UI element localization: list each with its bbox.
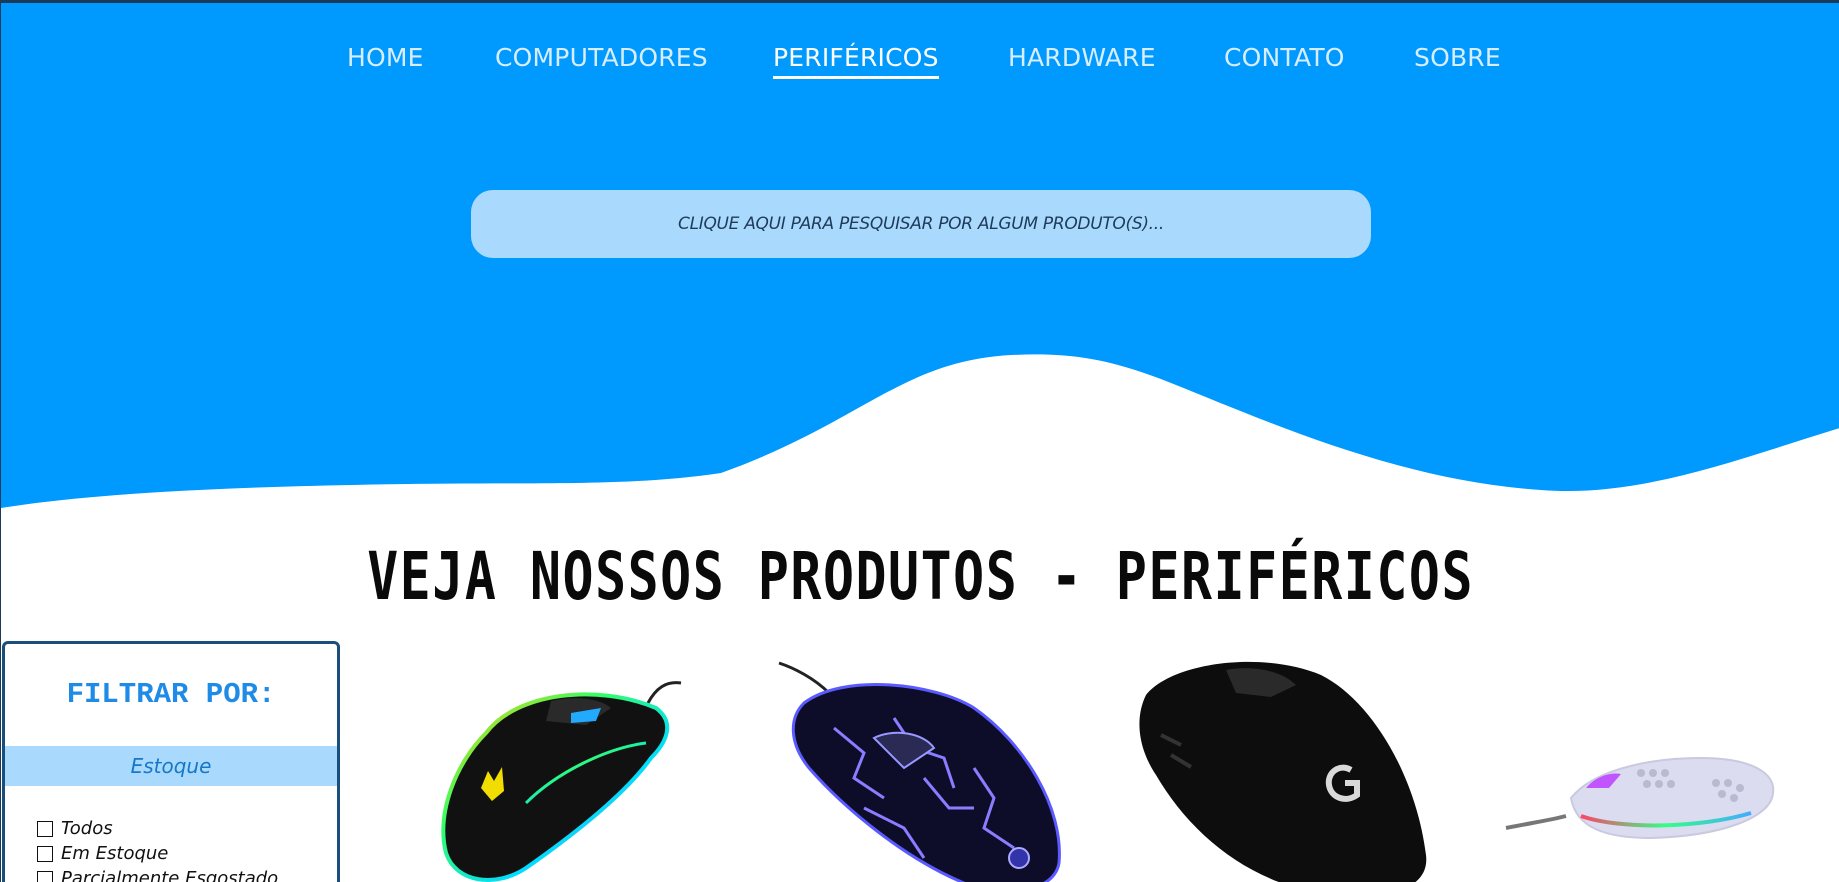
white-honeycomb-mouse-image (1505, 756, 1775, 840)
nav-item-hardware[interactable]: HARDWARE (1008, 43, 1156, 72)
nav-item-computadores[interactable]: COMPUTADORES (495, 43, 708, 72)
filter-option-label: Parcialmente Esgostado (61, 868, 279, 882)
search-bar[interactable]: CLIQUE AQUI PARA PESQUISAR POR ALGUM PRO… (471, 190, 1371, 258)
nav-item-home[interactable]: HOME (347, 43, 424, 72)
product-card-3[interactable] (1131, 655, 1431, 882)
filter-group-label: Estoque (130, 754, 212, 778)
nav-item-contato[interactable]: CONTATO (1224, 43, 1345, 72)
rgb-gaming-mouse-image (441, 681, 682, 882)
product-card-2[interactable] (774, 658, 1074, 882)
filter-title: FILTRAR POR: (66, 678, 276, 711)
search-placeholder: CLIQUE AQUI PARA PESQUISAR POR ALGUM PRO… (678, 214, 1164, 234)
main-nav: HOME COMPUTADORES PERIFÉRICOS HARDWARE C… (1, 43, 1839, 83)
checkbox-icon[interactable] (37, 845, 53, 862)
black-logitech-mouse-image (1139, 661, 1427, 882)
nav-item-sobre[interactable]: SOBRE (1414, 43, 1501, 72)
nav-item-perifericos[interactable]: PERIFÉRICOS (773, 43, 939, 79)
section-title: VEJA NOSSOS PRODUTOS - PERIFÉRICOS (367, 538, 1475, 615)
filter-option-label: Todos (61, 818, 113, 839)
filter-options: Todos Em Estoque Parcialmente Esgostado (37, 816, 278, 882)
filter-option-todos[interactable]: Todos (37, 816, 278, 841)
filter-panel: FILTRAR POR: Estoque Todos Em Estoque Pa… (2, 641, 340, 882)
filter-option-label: Em Estoque (61, 843, 169, 864)
page: HOME COMPUTADORES PERIFÉRICOS HARDWARE C… (0, 0, 1839, 882)
filter-option-parcialmente-esgotado[interactable]: Parcialmente Esgostado (37, 866, 278, 882)
filter-group-header[interactable]: Estoque (5, 746, 337, 786)
product-card-4[interactable] (1501, 728, 1781, 843)
checkbox-icon[interactable] (37, 870, 53, 882)
blue-crackle-gaming-mouse-image (778, 661, 1061, 882)
checkbox-icon[interactable] (37, 820, 53, 837)
filter-option-em-estoque[interactable]: Em Estoque (37, 841, 278, 866)
product-card-1[interactable] (426, 663, 696, 882)
